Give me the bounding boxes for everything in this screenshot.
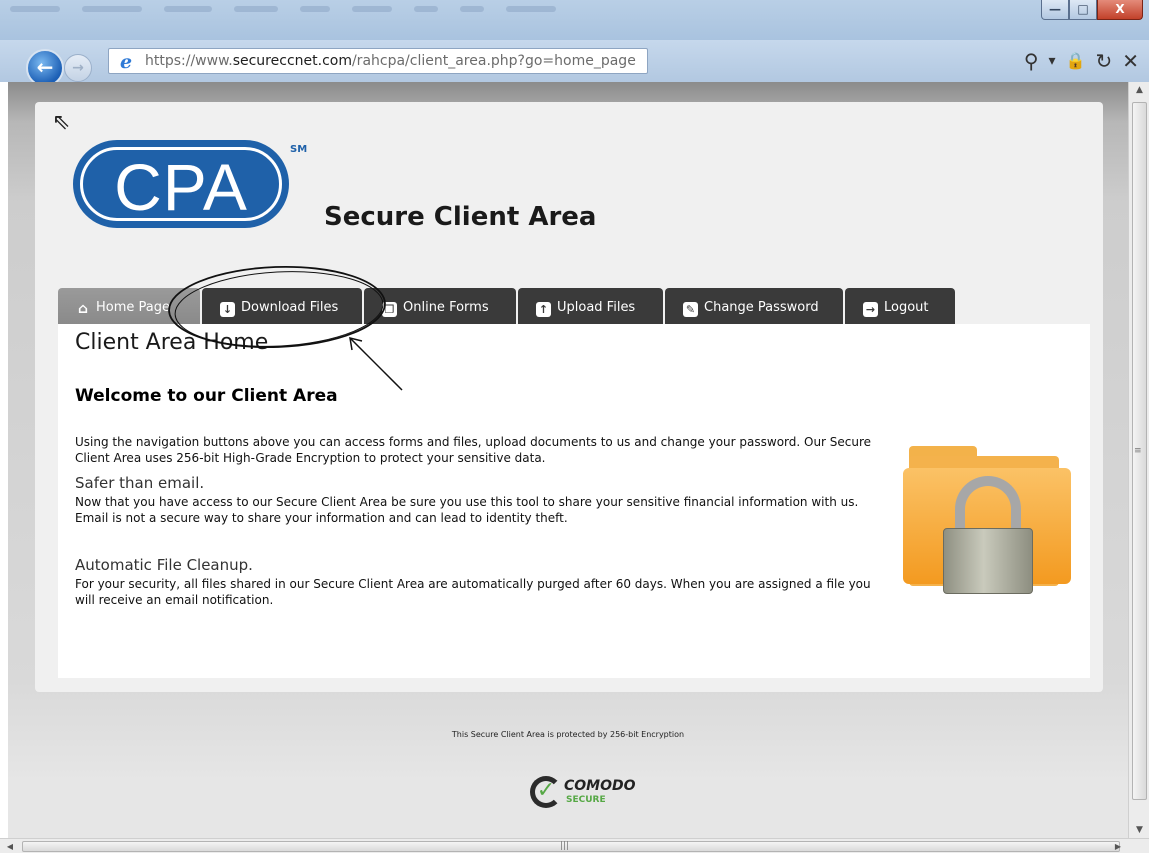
password-icon: ✎	[683, 302, 698, 317]
url-domain: secureccnet.com	[232, 53, 352, 69]
url-path: /rahcpa/client_area.php?go=home_page	[351, 53, 636, 69]
scroll-grip-icon: |||	[560, 841, 570, 851]
file-cleanup-heading: Automatic File Cleanup.	[75, 556, 253, 574]
comodo-sub: SECURE	[566, 795, 606, 805]
minimize-button[interactable]: —	[1041, 0, 1069, 20]
service-mark: SM	[290, 144, 308, 155]
tab-label: Upload Files	[557, 300, 636, 315]
upload-icon: ↑	[536, 302, 551, 317]
mouse-cursor-icon: ⇖	[52, 110, 71, 135]
scroll-right-arrow-icon[interactable]: ▶	[1110, 839, 1126, 853]
forward-button[interactable]: →	[64, 54, 92, 82]
internet-explorer-icon: e	[119, 51, 133, 73]
window-controls: — □ X	[1041, 0, 1143, 20]
horizontal-scroll-thumb[interactable]	[22, 841, 1120, 852]
cpa-logo[interactable]: CPA	[73, 140, 289, 228]
tab-label: Home Page	[96, 300, 170, 315]
comodo-name: COMODO	[564, 778, 636, 794]
horizontal-scrollbar[interactable]: ◀ ||| ▶	[0, 838, 1149, 853]
tab-download-files[interactable]: ↓ Download Files	[202, 288, 362, 324]
address-bar[interactable]: e https://www.secureccnet.com/rahcpa/cli…	[108, 48, 648, 74]
tab-online-forms[interactable]: ❐ Online Forms	[364, 288, 516, 324]
site-title: Secure Client Area	[324, 202, 597, 232]
content-area: Client Area Home Welcome to our Client A…	[58, 324, 1090, 678]
tab-label: Online Forms	[403, 300, 489, 315]
logo-text: CPA	[80, 147, 282, 224]
tab-upload-files[interactable]: ↑ Upload Files	[518, 288, 663, 324]
tab-label: Logout	[884, 300, 929, 315]
vertical-scrollbar[interactable]: ▲ ≡ ▼	[1128, 82, 1149, 838]
safer-than-email-heading: Safer than email.	[75, 474, 205, 492]
welcome-heading: Welcome to our Client Area	[75, 386, 338, 406]
checkmark-icon: ✓	[530, 776, 562, 808]
file-cleanup-text: For your security, all files shared in o…	[75, 577, 871, 607]
page-viewport: ⇖ CPA SM Secure Client Area ⌂ Home Page ↓…	[8, 82, 1128, 838]
comodo-secure-badge[interactable]: ✓ COMODO SECURE	[530, 774, 640, 814]
maximize-button[interactable]: □	[1069, 0, 1097, 20]
tab-label: Change Password	[704, 300, 819, 315]
download-icon: ↓	[220, 302, 235, 317]
tab-label: Download Files	[241, 300, 339, 315]
search-icon[interactable]: ⚲	[1024, 50, 1039, 72]
padlock-icon	[943, 528, 1033, 594]
secure-folder-icon	[903, 442, 1071, 596]
scroll-grip-icon: ≡	[1134, 446, 1142, 456]
url-prefix: https://www.	[145, 53, 233, 69]
tab-home-page[interactable]: ⌂ Home Page	[58, 288, 200, 324]
stop-icon[interactable]: ✕	[1122, 50, 1139, 72]
address-bar-tools: ⚲ ▾ 🔒 ↻ ✕	[1024, 50, 1139, 72]
close-window-button[interactable]: X	[1097, 0, 1143, 20]
url-text[interactable]: https://www.secureccnet.com/rahcpa/clien…	[145, 53, 636, 69]
forms-icon: ❐	[382, 302, 397, 317]
blurred-favorites-bar	[10, 6, 556, 12]
tab-logout[interactable]: → Logout	[845, 288, 955, 324]
refresh-icon[interactable]: ↻	[1095, 50, 1112, 72]
scroll-down-arrow-icon[interactable]: ▼	[1129, 822, 1149, 838]
lock-icon[interactable]: 🔒	[1066, 50, 1086, 72]
browser-title-bar: — □ X	[0, 0, 1149, 40]
scroll-left-arrow-icon[interactable]: ◀	[2, 839, 18, 853]
intro-paragraph: Using the navigation buttons above you c…	[75, 435, 872, 465]
content-title: Client Area Home	[75, 330, 269, 355]
home-icon: ⌂	[77, 301, 89, 317]
safer-than-email-text: Now that you have access to our Secure C…	[75, 495, 859, 525]
scroll-up-arrow-icon[interactable]: ▲	[1129, 82, 1149, 98]
chevron-down-icon[interactable]: ▾	[1049, 50, 1056, 72]
logout-icon: →	[863, 302, 878, 317]
footer-encryption-note: This Secure Client Area is protected by …	[451, 730, 685, 739]
tab-change-password[interactable]: ✎ Change Password	[665, 288, 843, 324]
